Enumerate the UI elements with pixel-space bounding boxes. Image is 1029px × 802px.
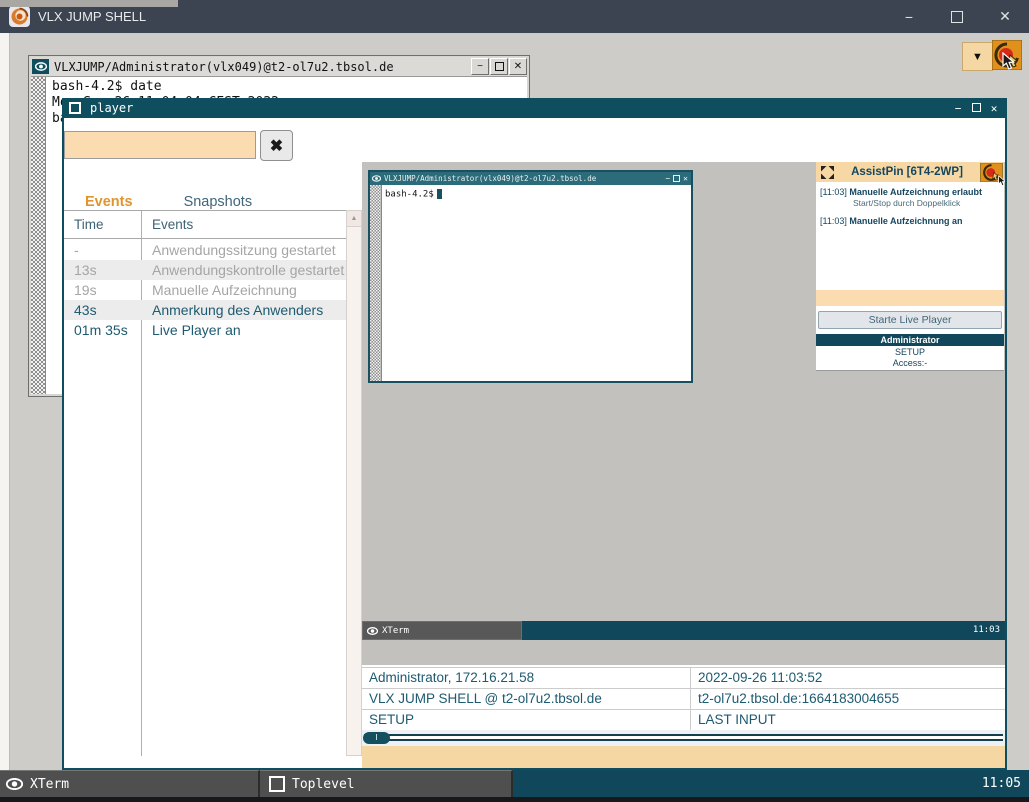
minimize-button[interactable]: − xyxy=(885,0,933,33)
session-start-time: 2022-09-26 11:03:52 xyxy=(691,668,1005,688)
left-edge-strip xyxy=(0,33,10,770)
timeline-slider[interactable]: I xyxy=(362,730,1005,746)
player-window: player − ✕ ✖ Events Snapshots Time Event… xyxy=(62,98,1007,770)
main-window-controls: − ✕ xyxy=(885,0,1029,33)
embedded-terminal-window: VLXJUMP/Administrator(vlx049)@t2-ol7u2.t… xyxy=(368,170,693,383)
embedded-terminal-prompt: bash-4.2$ xyxy=(385,189,442,200)
arrow-up-icon: ▲ xyxy=(351,215,358,222)
top-edge-band xyxy=(0,0,178,7)
table-row[interactable]: 43s Anmerkung des Anwenders xyxy=(64,300,346,320)
maximize-icon xyxy=(495,62,504,71)
table-row[interactable]: - Anwendungssitzung gestartet xyxy=(64,240,346,260)
compress-icon xyxy=(821,166,834,179)
events-table: Time Events - Anwendungssitzung gestarte… xyxy=(64,210,346,756)
status-bar xyxy=(362,746,1005,768)
slider-track[interactable] xyxy=(364,734,1003,741)
start-live-player-button: Starte Live Player xyxy=(818,311,1002,329)
assistpin-panel: AssistPin [6T4-2WP] xyxy=(816,162,1004,371)
player-window-controls: − ✕ xyxy=(949,98,1003,118)
maximize-button[interactable] xyxy=(933,0,981,33)
eye-icon xyxy=(367,627,378,635)
column-header-time: Time xyxy=(74,217,104,232)
embedded-xterm-button: XTerm xyxy=(362,621,522,640)
info-row: VLX JUMP SHELL @ t2-ol7u2.tbsol.de t2-ol… xyxy=(362,689,1005,710)
info-row: Administrator, 172.16.21.58 2022-09-26 1… xyxy=(362,668,1005,689)
taskbar-item-toplevel[interactable]: Toplevel xyxy=(260,770,513,797)
taskbar-clock: 11:05 xyxy=(982,776,1021,791)
maximize-icon xyxy=(972,103,981,112)
terminal-title: VLXJUMP/Administrator(vlx049)@t2-ol7u2.t… xyxy=(54,60,470,74)
assistpin-header: AssistPin [6T4-2WP] xyxy=(816,162,1004,182)
embedded-clock: 11:03 xyxy=(973,625,1000,635)
assistpin-message: [11:03] Manuelle Aufzeichnung erlaubt xyxy=(820,187,1000,197)
maximize-icon xyxy=(951,11,963,23)
chevron-down-icon: ▼ xyxy=(972,51,983,63)
table-row[interactable]: 13s Anwendungskontrolle gestartet xyxy=(64,260,346,280)
bottom-edge xyxy=(0,797,1029,802)
assistpin-title: AssistPin [6T4-2WP] xyxy=(834,166,980,178)
assistpin-message-sub: Start/Stop durch Doppelklick xyxy=(853,198,1000,208)
events-table-header: Time Events xyxy=(64,211,346,239)
events-scrollbar[interactable]: ▲ xyxy=(346,210,362,756)
session-info-table: Administrator, 172.16.21.58 2022-09-26 1… xyxy=(362,667,1005,730)
column-header-events: Events xyxy=(152,217,193,232)
terminal-minimize-button[interactable]: − xyxy=(471,58,489,75)
player-body: ✖ Events Snapshots Time Events - Anwendu… xyxy=(64,118,1005,768)
clear-search-button[interactable]: ✖ xyxy=(260,130,293,161)
embedded-terminal-scrollbar xyxy=(370,185,382,381)
text-cursor xyxy=(437,189,442,199)
mouse-cursor-icon xyxy=(1002,52,1015,71)
info-row: SETUP LAST INPUT xyxy=(362,710,1005,731)
slider-handle[interactable]: I xyxy=(363,732,390,744)
close-button[interactable]: ✕ xyxy=(981,0,1029,33)
taskbar: XTerm Toplevel xyxy=(0,770,1029,797)
player-maximize-button[interactable] xyxy=(967,102,985,115)
assistpin-access: Access:- xyxy=(816,358,1004,368)
taskbar-toplevel-label: Toplevel xyxy=(292,777,355,792)
table-row[interactable]: 01m 35s Live Player an xyxy=(64,320,346,340)
terminal-close-button[interactable]: ✕ xyxy=(509,58,527,75)
player-title: player xyxy=(90,101,133,115)
window-icon xyxy=(269,776,285,792)
terminal-scrollbar[interactable] xyxy=(31,77,46,394)
search-input[interactable] xyxy=(64,131,256,159)
assistpin-record-icon xyxy=(980,163,1003,182)
taskbar-item-xterm[interactable]: XTerm xyxy=(0,770,260,797)
session-mode: SETUP xyxy=(362,710,691,730)
embedded-xterm-label: XTerm xyxy=(382,626,409,636)
app-logo-icon xyxy=(9,6,30,27)
player-titlebar[interactable]: player − ✕ xyxy=(62,98,1007,118)
eye-icon xyxy=(6,778,23,790)
scroll-up-button[interactable]: ▲ xyxy=(347,211,361,227)
main-window-title: VLX JUMP SHELL xyxy=(38,9,146,24)
close-x-icon: ✖ xyxy=(270,136,283,156)
session-last-input: LAST INPUT xyxy=(691,710,1005,730)
table-row[interactable]: 19s Manuelle Aufzeichnung xyxy=(64,280,346,300)
terminal-maximize-button[interactable] xyxy=(490,58,508,75)
embedded-terminal-title: VLXJUMP/Administrator(vlx049)@t2-ol7u2.t… xyxy=(384,174,665,183)
tray-dropdown-button[interactable]: ▼ xyxy=(962,42,993,71)
player-close-button[interactable]: ✕ xyxy=(985,102,1003,115)
embedded-terminal-titlebar: VLXJUMP/Administrator(vlx049)@t2-ol7u2.t… xyxy=(370,172,691,185)
screen: VLX JUMP SHELL − ✕ ▼ VLXJUMP/Administr xyxy=(0,0,1029,802)
assistpin-input xyxy=(816,290,1004,306)
minimize-icon: − xyxy=(665,174,670,183)
window-icon xyxy=(69,102,81,114)
session-user: Administrator, 172.16.21.58 xyxy=(362,668,691,688)
session-app: VLX JUMP SHELL @ t2-ol7u2.tbsol.de xyxy=(362,689,691,709)
assistpin-mode: SETUP xyxy=(816,347,1004,357)
taskbar-xterm-label: XTerm xyxy=(30,777,69,792)
player-minimize-button[interactable]: − xyxy=(949,102,967,115)
assistpin-messages: [11:03] Manuelle Aufzeichnung erlaubt St… xyxy=(816,182,1004,288)
session-id: t2-ol7u2.tbsol.de:1664183004655 xyxy=(691,689,1005,709)
maximize-icon xyxy=(673,175,680,182)
close-icon: ✕ xyxy=(683,174,688,183)
terminal-titlebar[interactable]: VLXJUMP/Administrator(vlx049)@t2-ol7u2.t… xyxy=(31,57,527,77)
assistpin-message: [11:03] Manuelle Aufzeichnung an xyxy=(820,216,1000,226)
screenshot-viewer[interactable]: VLXJUMP/Administrator(vlx049)@t2-ol7u2.t… xyxy=(362,162,1005,665)
assistpin-user: Administrator xyxy=(816,334,1004,346)
eye-icon xyxy=(372,175,381,182)
eye-icon xyxy=(32,59,49,74)
embedded-taskbar: XTerm 11:03 xyxy=(362,621,1005,640)
